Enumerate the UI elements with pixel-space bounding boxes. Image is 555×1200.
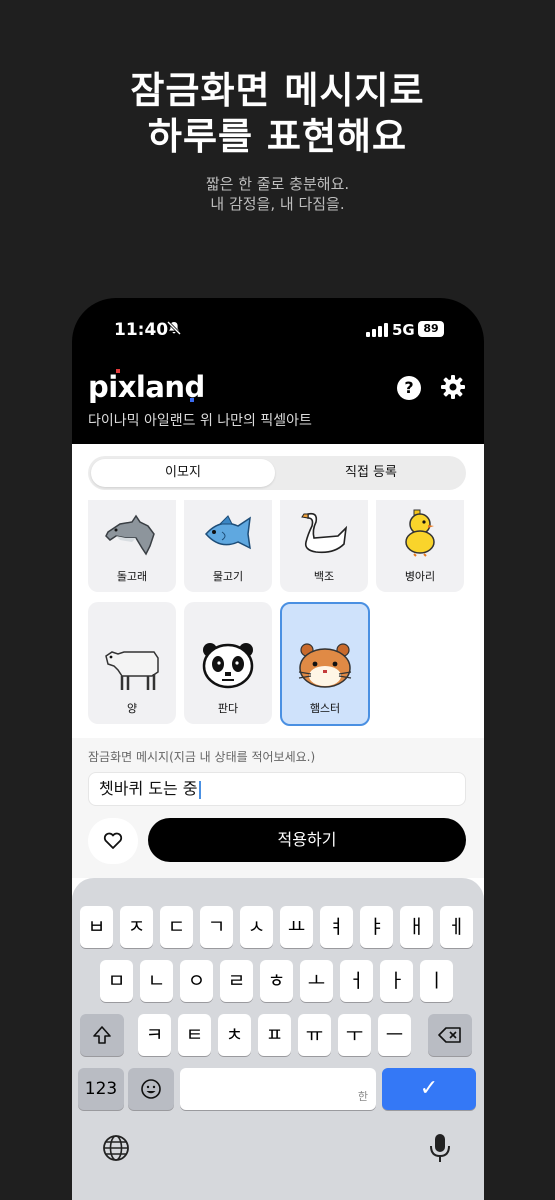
pixland-logo: pixland xyxy=(88,368,205,408)
key-row2-8[interactable]: ㅣ xyxy=(420,960,453,1002)
dolphin-icon xyxy=(102,510,162,560)
emoji-label: 햄스터 xyxy=(309,702,341,715)
key-row2-0[interactable]: ㅁ xyxy=(100,960,133,1002)
key-row3-1[interactable]: ㅌ xyxy=(178,1014,211,1056)
status-bar: 11:40 5G 89 xyxy=(72,298,484,360)
gear-icon[interactable] xyxy=(440,374,466,400)
globe-icon[interactable] xyxy=(102,1134,130,1166)
emoji-card-dolphin[interactable]: 돌고래 xyxy=(88,500,176,592)
key-row1-2[interactable]: ㄷ xyxy=(160,906,193,948)
enter-key[interactable]: ✓ xyxy=(382,1068,476,1110)
app-tagline: 다이나믹 아일랜드 위 나만의 픽셀아트 xyxy=(88,413,312,429)
emoji-label: 판다 xyxy=(217,702,239,715)
korean-keyboard: ㅂㅈㄷㄱㅅㅛㅕㅑㅐㅔ ㅁㄴㅇㄹㅎㅗㅓㅏㅣ ㅋㅌㅊㅍㅠㅜㅡ 123 한 ✓ xyxy=(72,878,484,1200)
network-type: 5G xyxy=(392,321,415,339)
promo-subtitle: 짧은 한 줄로 충분해요. 내 감정을, 내 다짐을. xyxy=(0,174,555,214)
backspace-key[interactable] xyxy=(428,1014,472,1056)
main-content: 이모지 직접 등록 돌고래 물고기 백조 병아리 양 판다 햄스터 잠금화면 메… xyxy=(72,444,484,1200)
fish-icon xyxy=(198,510,258,560)
numbers-key[interactable]: 123 xyxy=(78,1068,124,1110)
tab-custom[interactable]: 직접 등록 xyxy=(279,459,463,487)
promo-title-line-1: 잠금화면 메시지로 xyxy=(130,69,425,112)
key-row3-0[interactable]: ㅋ xyxy=(138,1014,171,1056)
panda-icon xyxy=(198,640,258,690)
space-key[interactable]: 한 xyxy=(180,1068,376,1110)
key-row3-2[interactable]: ㅊ xyxy=(218,1014,251,1056)
apply-button[interactable]: 적용하기 xyxy=(148,818,466,862)
emoji-grid: 돌고래 물고기 백조 병아리 양 판다 햄스터 xyxy=(88,500,472,738)
logo-red-pixel xyxy=(116,369,120,373)
hamster-icon xyxy=(295,640,355,690)
key-row1-8[interactable]: ㅐ xyxy=(400,906,433,948)
emoji-label: 물고기 xyxy=(212,570,244,583)
key-row1-7[interactable]: ㅑ xyxy=(360,906,393,948)
key-row1-6[interactable]: ㅕ xyxy=(320,906,353,948)
favorite-button[interactable] xyxy=(88,818,138,864)
emoji-card-panda[interactable]: 판다 xyxy=(184,602,272,724)
battery-level: 89 xyxy=(423,322,439,335)
app-header: pixland ? 다이나믹 아일랜드 위 나만의 픽셀아트 xyxy=(72,360,484,444)
microphone-icon[interactable] xyxy=(428,1132,452,1168)
message-label: 잠금화면 메시지(지금 내 상태를 적어보세요.) xyxy=(88,750,316,764)
promo-subtitle-line-1: 짧은 한 줄로 충분해요. xyxy=(205,175,350,193)
emoji-card-chick[interactable]: 병아리 xyxy=(376,500,464,592)
key-row1-9[interactable]: ㅔ xyxy=(440,906,473,948)
emoji-card-sheep[interactable]: 양 xyxy=(88,602,176,724)
logo-blue-pixel xyxy=(190,398,194,402)
emoji-label: 양 xyxy=(126,702,138,715)
tab-emoji[interactable]: 이모지 xyxy=(91,459,275,487)
key-row1-0[interactable]: ㅂ xyxy=(80,906,113,948)
emoji-card-hamster[interactable]: 햄스터 xyxy=(280,602,370,726)
help-icon[interactable]: ? xyxy=(397,376,421,400)
message-value: 쳇바퀴 도는 중 xyxy=(99,779,198,798)
key-row1-5[interactable]: ㅛ xyxy=(280,906,313,948)
message-section: 잠금화면 메시지(지금 내 상태를 적어보세요.) 쳇바퀴 도는 중 적용하기 xyxy=(72,738,484,878)
swan-icon xyxy=(294,508,354,558)
text-caret xyxy=(198,780,201,799)
shift-key[interactable] xyxy=(80,1014,124,1056)
key-row2-6[interactable]: ㅓ xyxy=(340,960,373,1002)
promo-title-line-2: 하루를 표현해요 xyxy=(147,115,408,158)
heart-icon xyxy=(103,832,123,854)
logo-text: pixland xyxy=(88,370,205,404)
status-time: 11:40 xyxy=(114,320,169,340)
signal-icon xyxy=(366,323,388,337)
emoji-card-swan[interactable]: 백조 xyxy=(280,500,368,592)
key-row1-3[interactable]: ㄱ xyxy=(200,906,233,948)
battery-icon: 89 xyxy=(418,321,444,337)
key-row2-7[interactable]: ㅏ xyxy=(380,960,413,1002)
key-row1-1[interactable]: ㅈ xyxy=(120,906,153,948)
key-row2-1[interactable]: ㄴ xyxy=(140,960,173,1002)
promo-subtitle-line-2: 내 감정을, 내 다짐을. xyxy=(210,195,345,213)
key-row2-2[interactable]: ㅇ xyxy=(180,960,213,1002)
key-row3-4[interactable]: ㅠ xyxy=(298,1014,331,1056)
key-row2-3[interactable]: ㄹ xyxy=(220,960,253,1002)
emoji-label: 돌고래 xyxy=(116,570,148,583)
key-row3-5[interactable]: ㅜ xyxy=(338,1014,371,1056)
chick-icon xyxy=(390,508,450,558)
emoji-label: 백조 xyxy=(313,570,335,583)
phone-screen: 11:40 5G 89 pixland ? 다이나믹 아일랜드 위 나만의 픽셀… xyxy=(72,298,484,1200)
key-row3-6[interactable]: ㅡ xyxy=(378,1014,411,1056)
emoji-label: 병아리 xyxy=(404,570,436,583)
bell-slash-icon xyxy=(166,320,182,340)
segmented-control: 이모지 직접 등록 xyxy=(88,456,466,490)
promo-title: 잠금화면 메시지로 하루를 표현해요 xyxy=(0,68,555,160)
key-row2-5[interactable]: ㅗ xyxy=(300,960,333,1002)
key-row1-4[interactable]: ㅅ xyxy=(240,906,273,948)
emoji-card-fish[interactable]: 물고기 xyxy=(184,500,272,592)
emoji-key[interactable] xyxy=(128,1068,174,1110)
sheep-icon xyxy=(102,644,162,694)
key-row3-3[interactable]: ㅍ xyxy=(258,1014,291,1056)
key-row2-4[interactable]: ㅎ xyxy=(260,960,293,1002)
message-input[interactable]: 쳇바퀴 도는 중 xyxy=(88,772,466,806)
